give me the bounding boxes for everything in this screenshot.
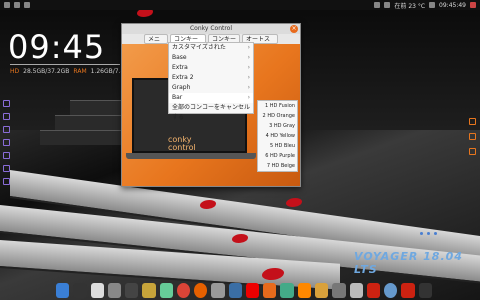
photos-app-icon[interactable] [159, 283, 173, 298]
system-stats: HD 28.5GB/37.2GB RAM 1.26GB/7.81GB [10, 68, 137, 75]
page-dots [420, 232, 437, 235]
youtube-app-icon[interactable] [245, 283, 260, 298]
page-dot[interactable] [420, 232, 423, 235]
warning-icon[interactable] [3, 152, 10, 159]
airplane-icon[interactable] [3, 100, 10, 107]
bar-submenu: 1 HD Fusion 2 HD Orange 3 HD Gray 4 HD Y… [257, 100, 298, 172]
firefox-app-icon[interactable] [194, 283, 208, 298]
voyager-logo-text: VOYAGER 18.04 LTS [354, 250, 463, 276]
conky-control-logo: conky control [168, 136, 196, 152]
notes-app-icon[interactable] [142, 283, 156, 298]
dropdown-item-cancel-all[interactable]: 全部のコンコーをキャンセルする [169, 103, 253, 121]
web-app-icon[interactable] [211, 283, 225, 298]
right-side-icons [469, 118, 476, 155]
submenu-item-hd-yellow[interactable]: 4 HD Yellow [258, 131, 297, 141]
chrome-app-icon[interactable] [176, 283, 191, 298]
dock [54, 281, 434, 300]
applications-icon[interactable] [4, 2, 10, 8]
clock-divider [10, 64, 120, 65]
logo-line2: control [168, 143, 196, 152]
notification-icon[interactable] [429, 2, 436, 8]
box-icon[interactable] [3, 126, 10, 133]
mail-app-icon[interactable] [228, 283, 242, 298]
terminal-app-icon[interactable] [73, 283, 87, 298]
page-dot[interactable] [427, 232, 430, 235]
image-app-icon[interactable] [107, 283, 122, 298]
power-icon[interactable] [470, 2, 476, 8]
window-titlebar[interactable]: Conky Control × [122, 24, 300, 34]
hd-label: HD [10, 68, 20, 75]
top-panel-right: 在前 23 °C 09:45:49 [374, 1, 476, 10]
monitor-app-icon[interactable] [418, 283, 432, 298]
dropdown-item-base[interactable]: Base › [169, 53, 253, 63]
panel-clock[interactable]: 09:45:49 [439, 2, 466, 9]
weather-status[interactable]: 在前 23 °C [394, 1, 425, 10]
submenu-item-hd-orange[interactable]: 2 HD Orange [258, 111, 297, 121]
text-editor-app-icon[interactable] [125, 283, 139, 298]
gear-icon[interactable] [469, 118, 476, 125]
submenu-item-hd-purple[interactable]: 6 HD Purple [258, 151, 297, 161]
gear-icon[interactable] [469, 133, 476, 140]
left-side-icons [3, 100, 10, 185]
menu-menu[interactable]: メニュー [144, 34, 168, 53]
leaf-icon[interactable] [3, 139, 10, 146]
conky-list-dropdown: カスタマイズされた › Base › Extra › Extra 2 › Graph › … [168, 42, 254, 121]
trash-app-icon[interactable] [349, 283, 363, 298]
eye-icon[interactable] [469, 148, 476, 155]
dropdown-item-bar[interactable]: Bar › [169, 93, 253, 103]
dropdown-item-graph[interactable]: Graph › [169, 83, 253, 93]
submenu-item-hd-beige[interactable]: 7 HD Beige [258, 161, 297, 171]
window-title: Conky Control [189, 25, 233, 32]
submenu-item-hd-bleu[interactable]: 5 HD Bleu [258, 141, 297, 151]
hd-value: 28.5GB/37.2GB [23, 68, 70, 75]
top-panel: 在前 23 °C 09:45:49 [0, 0, 480, 10]
network-icon[interactable] [374, 2, 381, 8]
page-dot[interactable] [434, 232, 437, 235]
dropdown-item-customized[interactable]: カスタマイズされた › [169, 43, 253, 53]
red-leaf [286, 198, 302, 207]
files-app-icon[interactable] [56, 283, 70, 298]
box-app-icon[interactable] [366, 283, 381, 298]
ram-label: RAM [73, 68, 87, 75]
close-button[interactable]: × [290, 25, 298, 33]
volume-icon[interactable] [384, 2, 391, 8]
top-panel-left [4, 2, 30, 8]
submenu-item-hd-fusion[interactable]: 1 HD Fusion [258, 101, 297, 111]
dropdown-item-extra2[interactable]: Extra 2 › [169, 73, 253, 83]
conky-clock: 09:45 [8, 28, 106, 66]
archive-app-icon[interactable] [314, 283, 329, 298]
workspace-icon[interactable] [24, 2, 30, 8]
dropdown-item-extra[interactable]: Extra › [169, 63, 253, 73]
submenu-item-hd-gray[interactable]: 3 HD Gray [258, 121, 297, 131]
box-app-icon[interactable] [401, 283, 415, 298]
calendar-app-icon[interactable] [90, 283, 104, 298]
vlc-app-icon[interactable] [297, 283, 311, 298]
laptop-base [126, 153, 256, 159]
rss-icon[interactable] [3, 178, 10, 185]
clock-icon[interactable] [3, 165, 10, 172]
store-app-icon[interactable] [263, 283, 277, 298]
chat-icon[interactable] [3, 113, 10, 120]
downloads-app-icon[interactable] [332, 283, 346, 298]
workspace-icon[interactable] [14, 2, 20, 8]
media-app-icon[interactable] [280, 283, 294, 298]
settings-app-icon[interactable] [384, 283, 398, 298]
